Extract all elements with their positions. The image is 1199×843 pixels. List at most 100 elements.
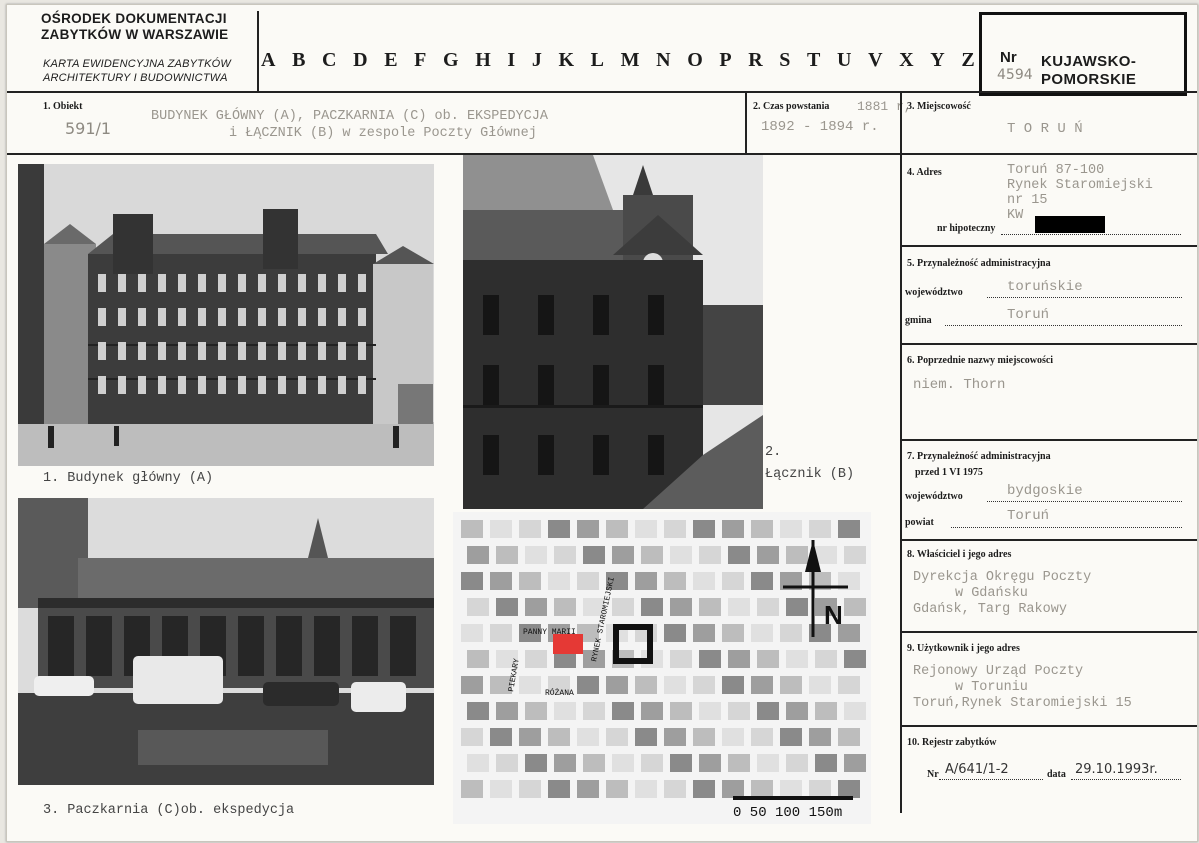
nr-hipoteczny-label: nr hipoteczny: [937, 223, 996, 234]
street-label: RÓŻANA: [545, 688, 574, 698]
poprzednie-value: niem. Thorn: [913, 377, 1006, 393]
obiekt-line2: i ŁĄCZNIK (B) w zespole Poczty Głównej: [229, 126, 537, 141]
divider: [257, 11, 259, 91]
photo-parcel-building: [18, 498, 434, 785]
powiat-value: Toruń: [1007, 508, 1050, 524]
caption-photo3: 3. Paczkarnia (C)ob. ekspedycja: [43, 803, 295, 818]
index-letter: U: [837, 49, 852, 71]
caption-photo2-number: 2.: [765, 445, 782, 460]
index-letter: I: [507, 49, 516, 71]
obiekt-handwritten: 591/1: [65, 119, 112, 138]
institution-name: OŚRODEK DOKUMENTACJI ZABYTKÓW W WARSZAWI…: [41, 11, 229, 42]
rejestr-nr-value: A/641/1-2: [945, 762, 1009, 777]
adres-label: 4. Adres: [907, 167, 942, 178]
dotted-line: [951, 527, 1182, 528]
divider: [900, 439, 1197, 441]
gmina-label: gmina: [905, 315, 932, 326]
index-letter: O: [687, 49, 703, 71]
uzytkownik-value: Rejonowy Urząd Poczty w Toruniu Toruń,Ry…: [913, 664, 1132, 711]
dotted-line: [945, 325, 1182, 326]
miejscowosc-label: 3. Miejscowość: [907, 101, 971, 112]
gmina-value: Toruń: [1007, 307, 1050, 323]
index-letter: B: [292, 49, 306, 71]
wlasciciel-label: 8. Właściciel i jego adres: [907, 549, 1012, 560]
map-image: N PANNY MARII RYNEK STAROMIEJSKI PIEKARY…: [453, 512, 871, 824]
index-letter: G: [443, 49, 459, 71]
caption-photo1: 1. Budynek główny (A): [43, 471, 214, 486]
alphabet-index: ABCDEFGHIJKLMNOPRSTUVXYZ: [261, 49, 975, 72]
index-letter: R: [748, 49, 763, 71]
index-letter: T: [807, 49, 821, 71]
miejscowosc-value: T O R U Ń: [1007, 121, 1083, 137]
index-letter: L: [590, 49, 604, 71]
rejestr-data-value: 29.10.1993r.: [1075, 762, 1158, 777]
przynaleznosc-label: 5. Przynależność administracyjna: [907, 258, 1051, 269]
divider: [900, 343, 1197, 345]
wojewodztwo-przed-label: województwo: [905, 491, 963, 502]
powiat-label: powiat: [905, 517, 934, 528]
divider: [900, 631, 1197, 633]
divider: [900, 725, 1197, 727]
nr-handwritten: 4594: [997, 67, 1033, 83]
inventory-card: OŚRODEK DOKUMENTACJI ZABYTKÓW W WARSZAWI…: [6, 4, 1198, 842]
obiekt-line1: BUDYNEK GŁÓWNY (A), PACZKARNIA (C) ob. E…: [151, 109, 548, 124]
card-title: KARTA EWIDENCYJNA ZABYTKÓW ARCHITEKTURY …: [43, 58, 231, 84]
main-building-image: [18, 164, 434, 466]
dotted-line: [987, 501, 1182, 502]
north-label: N: [824, 600, 843, 630]
rejestr-label: 10. Rejestr zabytków: [907, 737, 997, 748]
index-letter: E: [384, 49, 398, 71]
index-letter: P: [719, 49, 732, 71]
wojewodztwo-przed-value: bydgoskie: [1007, 483, 1083, 499]
poprzednie-label: 6. Poprzednie nazwy miejscowości: [907, 355, 1054, 366]
wojewodztwo-label: województwo: [905, 287, 963, 298]
photo-connector: [463, 155, 763, 509]
index-letter: J: [531, 49, 542, 71]
divider: [900, 539, 1197, 541]
obiekt-label: 1. Obiekt: [43, 101, 83, 112]
divider: [900, 153, 1197, 155]
divider: [900, 245, 1197, 247]
divider: [7, 91, 1197, 93]
index-letter: N: [656, 49, 671, 71]
location-map: N PANNY MARII RYNEK STAROMIEJSKI PIEKARY…: [453, 512, 871, 824]
index-letter: V: [868, 49, 883, 71]
rejestr-data-label: data: [1047, 769, 1066, 780]
index-letter: C: [322, 49, 337, 71]
index-letter: H: [475, 49, 491, 71]
divider: [7, 153, 900, 155]
przynaleznosc-przed-sublabel: przed 1 VI 1975: [915, 467, 983, 478]
parcel-building-image: [18, 498, 434, 785]
przynaleznosc-przed-label: 7. Przynależność administracyjna: [907, 451, 1051, 462]
scale-label: 0 50 100 150m: [733, 805, 842, 821]
caption-photo2: Łącznik (B): [765, 467, 855, 482]
wlasciciel-value: Dyrekcja Okręgu Poczty w Gdańsku Gdańsk,…: [913, 570, 1092, 617]
czas-value1: 1881 r,: [857, 99, 912, 114]
dotted-line: [1071, 779, 1181, 780]
redacted-block: [1035, 216, 1105, 233]
photo-main-building: [18, 164, 434, 466]
divider: [900, 91, 902, 813]
czas-value2: 1892 - 1894 r.: [761, 119, 879, 135]
region-name: KUJAWSKO- POMORSKIE: [1041, 53, 1137, 85]
dotted-line: [987, 297, 1182, 298]
nr-label: Nr: [1000, 49, 1017, 66]
index-letter: Z: [961, 49, 975, 71]
uzytkownik-label: 9. Użytkownik i jego adres: [907, 643, 1020, 654]
index-letter: K: [558, 49, 574, 71]
connector-image: [463, 155, 763, 509]
adres-value: Toruń 87-100 Rynek Staromiejski nr 15 KW: [1007, 163, 1153, 223]
czas-label: 2. Czas powstania: [753, 101, 830, 112]
index-letter: Y: [930, 49, 945, 71]
index-letter: S: [779, 49, 791, 71]
index-letter: M: [620, 49, 640, 71]
street-label: PANNY MARII: [523, 628, 576, 637]
index-letter: A: [261, 49, 276, 71]
rejestr-nr-label: Nr: [927, 769, 939, 780]
index-letter: F: [414, 49, 427, 71]
dotted-line: [1001, 234, 1181, 235]
post-office-marker: [553, 634, 583, 654]
index-letter: D: [353, 49, 368, 71]
dotted-line: [939, 779, 1043, 780]
index-letter: X: [899, 49, 914, 71]
